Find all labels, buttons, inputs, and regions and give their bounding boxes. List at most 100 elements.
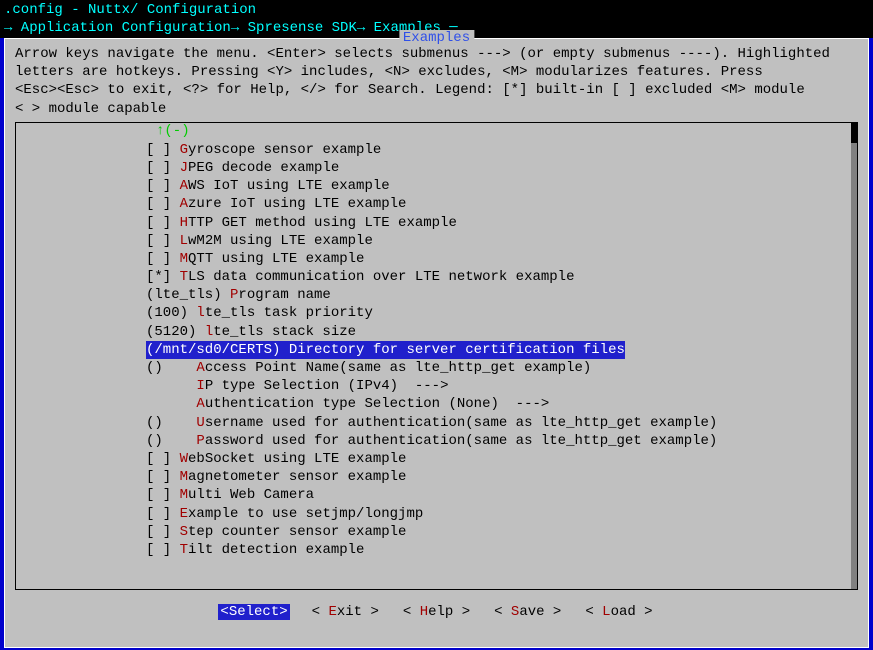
menu-item[interactable]: [ ] WebSocket using LTE example — [26, 450, 847, 468]
hotkey: G — [180, 142, 188, 158]
hotkey: T — [180, 269, 188, 285]
hotkey: U — [196, 415, 204, 431]
item-text: yroscope sensor example — [188, 142, 381, 158]
item-text: ebSocket using LTE example — [188, 451, 406, 467]
menu-item[interactable]: [ ] HTTP GET method using LTE example — [26, 214, 847, 232]
menu-item[interactable]: (/mnt/sd0/CERTS) Directory for server ce… — [146, 341, 625, 359]
h-button[interactable]: < Help > — [401, 604, 472, 620]
hotkey: A — [196, 360, 204, 376]
help-line: < > module capable — [15, 100, 858, 118]
item-prefix: () — [146, 360, 196, 376]
hotkey: M — [180, 251, 188, 267]
item-text: WS IoT using LTE example — [188, 178, 390, 194]
item-text: uthentication type Selection (None) ---> — [205, 396, 549, 412]
item-prefix — [146, 396, 196, 412]
hotkey: M — [180, 469, 188, 485]
menu-item[interactable]: [ ] Magnetometer sensor example — [26, 468, 847, 486]
scrollbar-thumb[interactable] — [851, 123, 857, 143]
item-prefix: [ ] — [146, 251, 180, 267]
hotkey: A — [196, 396, 204, 412]
item-prefix: (lte_tls) — [146, 287, 230, 303]
item-text: ulti Web Camera — [188, 487, 314, 503]
item-prefix: [ ] — [146, 506, 180, 522]
item-prefix: () — [146, 433, 196, 449]
menu-item[interactable]: () Password used for authentication(same… — [26, 432, 847, 450]
item-text: tep counter sensor example — [188, 524, 406, 540]
hotkey: E — [180, 506, 188, 522]
hotkey: H — [420, 604, 428, 620]
hotkey: l — [196, 305, 204, 321]
hotkey: A — [180, 178, 188, 194]
item-prefix: [ ] — [146, 469, 180, 485]
menu-item[interactable]: [*] TLS data communication over LTE netw… — [26, 268, 847, 286]
item-text: irectory for server certification files — [297, 342, 625, 358]
item-text: P type Selection (IPv4) ---> — [205, 378, 449, 394]
help-line: letters are hotkeys. Pressing <Y> includ… — [15, 63, 858, 81]
menu-item[interactable]: () Username used for authentication(same… — [26, 414, 847, 432]
hotkey: D — [289, 342, 297, 358]
menu-item[interactable]: IP type Selection (IPv4) ---> — [26, 377, 847, 395]
hotkey: L — [180, 233, 188, 249]
menu-item[interactable]: (100) lte_tls task priority — [26, 304, 847, 322]
hotkey: I — [196, 378, 204, 394]
title-bar: .config - Nuttx/ Configuration — [0, 0, 873, 20]
hotkey: E — [328, 604, 336, 620]
menu-item[interactable]: [ ] Step counter sensor example — [26, 523, 847, 541]
item-prefix: [ ] — [146, 451, 180, 467]
hotkey: M — [180, 487, 188, 503]
item-prefix: [*] — [146, 269, 180, 285]
item-text: rogram name — [238, 287, 330, 303]
item-text: ilt detection example — [188, 542, 364, 558]
main-window: Examples Arrow keys navigate the menu. <… — [4, 38, 869, 648]
item-prefix: (100) — [146, 305, 196, 321]
help-line: <Esc><Esc> to exit, <?> for Help, </> fo… — [15, 81, 858, 99]
hotkey: l — [205, 324, 213, 340]
menu-item[interactable]: [ ] Tilt detection example — [26, 541, 847, 559]
item-text: LS data communication over LTE network e… — [188, 269, 574, 285]
menu-item[interactable]: [ ] AWS IoT using LTE example — [26, 177, 847, 195]
l-button[interactable]: < Load > — [583, 604, 654, 620]
item-text: te_tls task priority — [205, 305, 373, 321]
item-text: PEG decode example — [188, 160, 339, 176]
item-text: te_tls stack size — [213, 324, 356, 340]
hotkey: S — [180, 524, 188, 540]
s-button[interactable]: <Select> — [218, 604, 289, 620]
help-text: Arrow keys navigate the menu. <Enter> se… — [5, 39, 868, 120]
e-button[interactable]: < Exit > — [310, 604, 381, 620]
item-text: ccess Point Name(same as lte_http_get ex… — [205, 360, 591, 376]
item-prefix: [ ] — [146, 142, 180, 158]
item-prefix: (/mnt/sd0/CERTS) — [146, 342, 289, 358]
menu-list[interactable]: ↑(-) [ ] Gyroscope sensor example[ ] JPE… — [15, 122, 858, 590]
hotkey: P — [196, 433, 204, 449]
menu-item[interactable]: [ ] Gyroscope sensor example — [26, 141, 847, 159]
menu-item[interactable]: Authentication type Selection (None) ---… — [26, 395, 847, 413]
hotkey: S — [229, 604, 237, 620]
item-text: agnetometer sensor example — [188, 469, 406, 485]
menu-item[interactable]: [ ] LwM2M using LTE example — [26, 232, 847, 250]
item-text: QTT using LTE example — [188, 251, 364, 267]
item-text: xample to use setjmp/longjmp — [188, 506, 423, 522]
menu-item[interactable]: [ ] Example to use setjmp/longjmp — [26, 505, 847, 523]
item-text: assword used for authentication(same as … — [205, 433, 717, 449]
item-prefix: [ ] — [146, 487, 180, 503]
menu-item[interactable]: [ ] Azure IoT using LTE example — [26, 195, 847, 213]
menu-item[interactable]: () Access Point Name(same as lte_http_ge… — [26, 359, 847, 377]
scrollbar-track[interactable] — [851, 123, 857, 589]
menu-item[interactable]: [ ] JPEG decode example — [26, 159, 847, 177]
window-title: Examples — [399, 30, 474, 46]
item-prefix: [ ] — [146, 196, 180, 212]
hotkey: J — [180, 160, 188, 176]
item-prefix: [ ] — [146, 178, 180, 194]
menu-item[interactable]: [ ] Multi Web Camera — [26, 486, 847, 504]
menu-item[interactable]: (5120) lte_tls stack size — [26, 323, 847, 341]
hotkey: T — [180, 542, 188, 558]
item-text: TTP GET method using LTE example — [188, 215, 457, 231]
item-prefix — [146, 378, 196, 394]
menu-item[interactable]: (lte_tls) Program name — [26, 286, 847, 304]
scroll-up-indicator: ↑(-) — [156, 123, 190, 139]
hotkey: L — [602, 604, 610, 620]
s-button[interactable]: < Save > — [492, 604, 563, 620]
menu-item[interactable]: [ ] MQTT using LTE example — [26, 250, 847, 268]
item-prefix: () — [146, 415, 196, 431]
item-text: zure IoT using LTE example — [188, 196, 406, 212]
